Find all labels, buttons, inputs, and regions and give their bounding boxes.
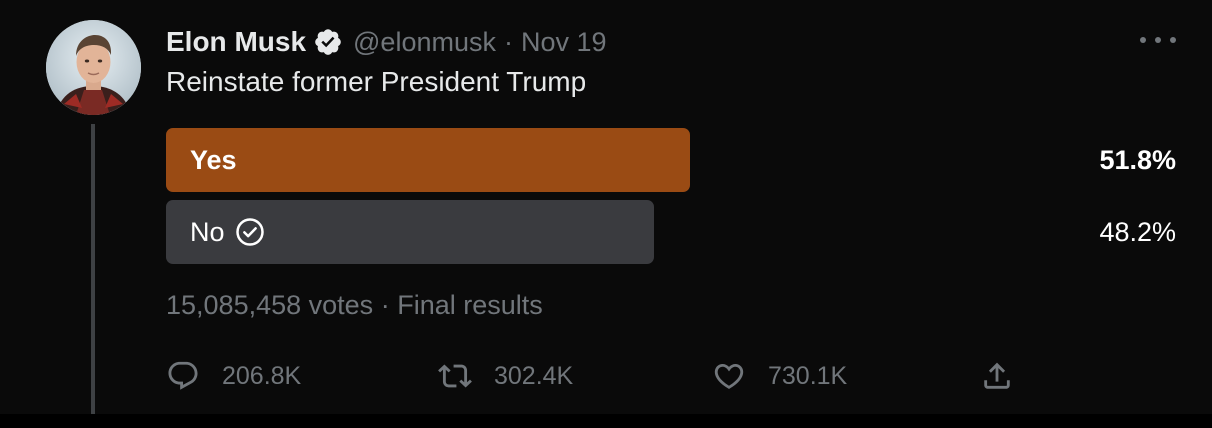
poll-status: Final results <box>397 290 543 320</box>
poll-label-yes: Yes <box>190 144 237 175</box>
tweet-date[interactable]: Nov 19 <box>521 27 607 58</box>
author-handle[interactable]: @elonmusk <box>353 27 496 58</box>
like-button[interactable]: 730.1K <box>712 356 847 396</box>
poll-percent-no: 48.2% <box>1099 216 1176 247</box>
tweet-text: Reinstate former President Trump <box>166 66 587 97</box>
like-count: 730.1K <box>768 361 848 390</box>
poll-option-yes: Yes 51.8% <box>166 128 1176 192</box>
poll-footer-separator: · <box>380 290 390 320</box>
poll-label-no-wrap: No <box>190 200 265 264</box>
retweet-icon <box>438 359 472 393</box>
tweet-actions: 206.8K 302.4K 730.1K <box>0 356 1212 396</box>
tweet[interactable]: Elon Musk @elonmusk · Nov 19 Reinstate f… <box>0 0 1212 428</box>
bottom-divider <box>0 414 1212 428</box>
more-options-icon[interactable] <box>1140 28 1176 52</box>
retweet-count: 302.4K <box>494 361 574 390</box>
tweet-header: Elon Musk @elonmusk · Nov 19 <box>166 24 607 60</box>
share-button[interactable] <box>980 356 1014 396</box>
avatar-image <box>46 20 141 115</box>
reply-icon <box>166 359 200 393</box>
reply-count: 206.8K <box>222 361 302 390</box>
author-name[interactable]: Elon Musk <box>166 26 306 58</box>
avatar[interactable] <box>46 20 141 115</box>
more-dot <box>1170 37 1176 43</box>
verified-badge-icon[interactable] <box>313 27 343 57</box>
poll-label-no: No <box>190 216 225 247</box>
more-dot <box>1155 37 1161 43</box>
poll-percent-yes: 51.8% <box>1099 144 1176 175</box>
share-icon <box>980 359 1014 393</box>
reply-button[interactable]: 206.8K <box>166 356 301 396</box>
poll-option-no: No 48.2% <box>166 200 1176 264</box>
poll-footer: 15,085,458 votes · Final results <box>166 290 543 321</box>
poll-votes: 15,085,458 votes <box>166 290 374 320</box>
heart-icon <box>712 359 746 393</box>
more-dot <box>1140 37 1146 43</box>
retweet-button[interactable]: 302.4K <box>438 356 573 396</box>
poll-bar-yes <box>166 128 690 192</box>
header-separator: · <box>503 26 513 57</box>
selected-check-icon <box>235 217 265 247</box>
